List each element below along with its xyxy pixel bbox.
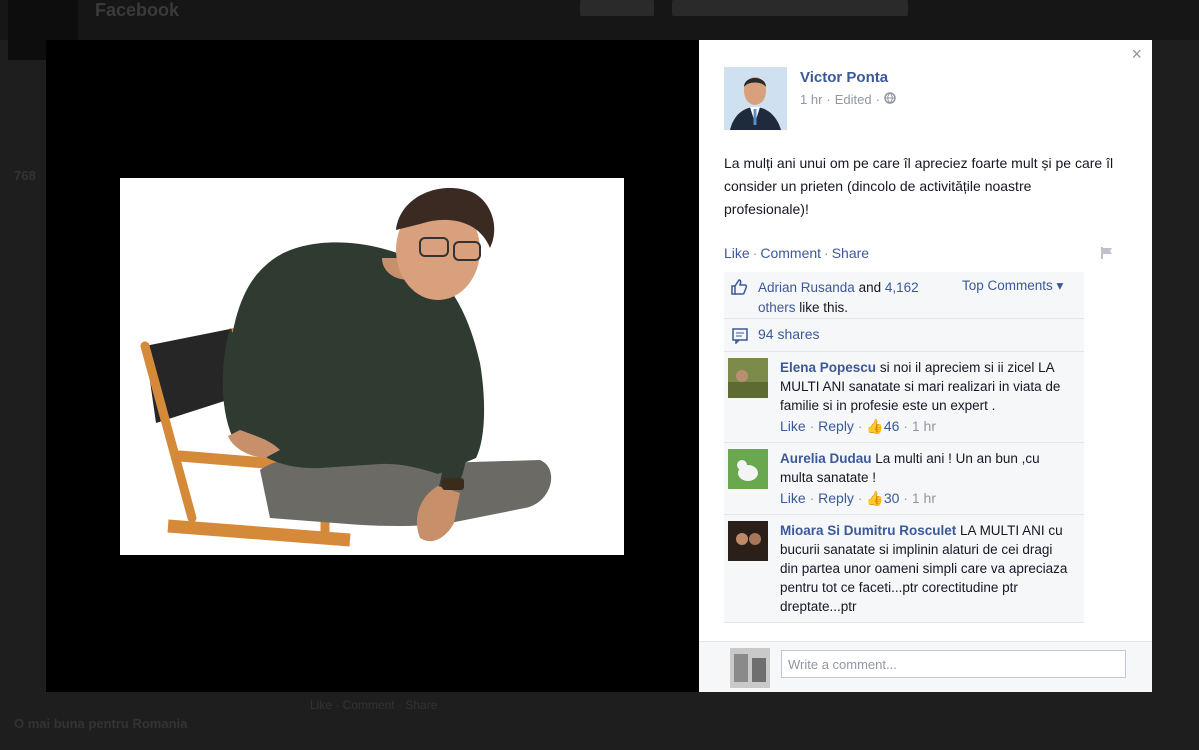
- commenter-avatar[interactable]: [728, 358, 768, 398]
- thumbs-up-icon: 👍: [866, 490, 884, 506]
- background-footer: O mai buna pentru Romania: [14, 716, 188, 731]
- post-meta: 1 hr · Edited ·: [800, 92, 896, 107]
- viewer-avatar: [730, 648, 770, 688]
- likes-suffix: like this.: [799, 300, 849, 315]
- action-separator: ·: [824, 245, 829, 261]
- author-avatar[interactable]: [724, 67, 787, 130]
- background-count: 768: [14, 168, 36, 183]
- feedback-area: Adrian Rusanda and 4,162 others like thi…: [724, 272, 1084, 646]
- thumbs-up-icon: [730, 278, 748, 299]
- meta-separator: ·: [826, 92, 831, 107]
- meta-separator: ·: [875, 92, 880, 107]
- comment-like-count[interactable]: 👍46: [866, 418, 899, 434]
- commenter-name[interactable]: Mioara Si Dumitru Rosculet: [780, 523, 956, 538]
- comments-list[interactable]: Elena Popescu si noi il apreciem si ii z…: [724, 352, 1084, 646]
- share-link[interactable]: Share: [832, 245, 869, 261]
- photo-illustration: [120, 178, 624, 555]
- comment-time[interactable]: 1 hr: [912, 418, 936, 434]
- comment-input[interactable]: [781, 650, 1126, 678]
- action-separator: ·: [752, 245, 758, 261]
- author-name[interactable]: Victor Ponta: [800, 69, 888, 86]
- comment-link[interactable]: Comment: [760, 245, 821, 261]
- write-comment-area: [699, 641, 1152, 692]
- close-icon[interactable]: ×: [1131, 44, 1142, 65]
- background-button: [672, 0, 908, 16]
- thumbs-up-icon: 👍: [866, 418, 884, 434]
- likes-and: and: [858, 280, 882, 295]
- likes-summary: Adrian Rusanda and 4,162 others like thi…: [724, 272, 1084, 319]
- post-actions: Like · Comment · Share: [724, 245, 869, 261]
- post-photo[interactable]: [120, 178, 624, 555]
- comment-time[interactable]: 1 hr: [912, 490, 936, 506]
- background-title: Facebook: [95, 0, 180, 20]
- commenter-avatar[interactable]: [728, 521, 768, 561]
- author-avatar-image: [724, 67, 787, 130]
- commenter-name[interactable]: Elena Popescu: [780, 360, 876, 375]
- post-panel: × Victor Ponta 1 hr · Edited · La mulți …: [699, 40, 1152, 692]
- comment-like-count[interactable]: 👍30: [866, 490, 899, 506]
- comment-actions: Like · Reply · 👍46 · 1 hr: [780, 418, 936, 434]
- comment-likes-value: 30: [883, 490, 900, 506]
- commenter-avatar[interactable]: [728, 449, 768, 489]
- comment-actions: Like · Reply · 👍30 · 1 hr: [780, 490, 936, 506]
- commenter-name[interactable]: Aurelia Dudau: [780, 451, 872, 466]
- top-comments-dropdown[interactable]: Top Comments ▾: [962, 278, 1063, 294]
- liker-name-link[interactable]: Adrian Rusanda: [758, 280, 855, 295]
- edited-label[interactable]: Edited: [835, 92, 872, 107]
- background-actions: Like · Comment · Share: [310, 698, 438, 712]
- likes-text: Adrian Rusanda and 4,162 others like thi…: [758, 278, 953, 318]
- photo-stage[interactable]: [46, 40, 699, 692]
- comment-reply-link[interactable]: Reply: [818, 490, 854, 506]
- post-text: La mulți ani unui om pe care îl apreciez…: [724, 155, 1114, 217]
- shares-row: 94 shares: [724, 319, 1084, 352]
- comment-likes-value: 46: [883, 418, 900, 434]
- comment-item: Elena Popescu si noi il apreciem si ii z…: [724, 352, 1084, 443]
- comment-like-link[interactable]: Like: [780, 490, 806, 506]
- shares-link[interactable]: 94 shares: [758, 326, 819, 342]
- background-button: [580, 0, 654, 16]
- comment-item: Aurelia Dudau La multi ani ! Un an bun ,…: [724, 443, 1084, 515]
- comment-reply-link[interactable]: Reply: [818, 418, 854, 434]
- shares-icon: [732, 328, 748, 347]
- comment-item: Mioara Si Dumitru Rosculet LA MULTI ANI …: [724, 515, 1084, 623]
- like-link[interactable]: Like: [724, 245, 750, 261]
- comment-like-link[interactable]: Like: [780, 418, 806, 434]
- globe-icon: [884, 92, 896, 107]
- post-timestamp[interactable]: 1 hr: [800, 92, 822, 107]
- flag-icon[interactable]: [1100, 246, 1114, 265]
